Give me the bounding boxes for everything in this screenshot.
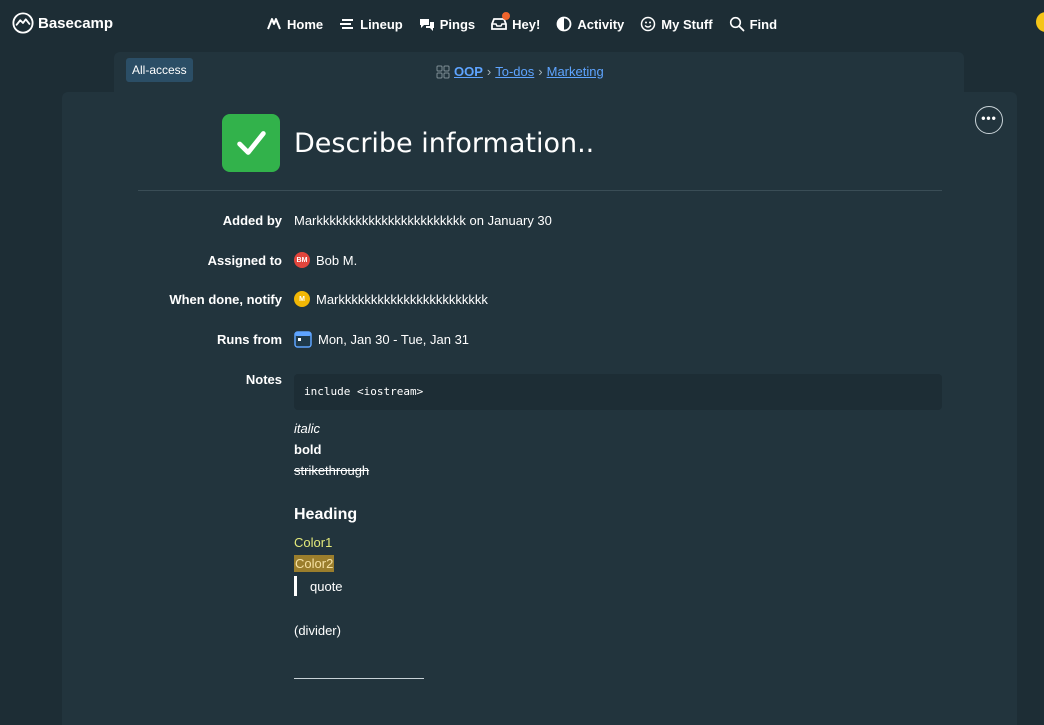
runs-from-value[interactable]: Mon, Jan 30 - Tue, Jan 31 — [294, 330, 469, 348]
project-grid-icon — [436, 65, 450, 78]
assigned-to-label: Assigned to — [207, 253, 282, 268]
home-icon — [267, 18, 281, 30]
pings-icon — [419, 19, 434, 31]
blockquote-bar — [294, 576, 297, 596]
nav-find[interactable]: Find — [721, 14, 785, 34]
nav-find-label: Find — [749, 16, 778, 32]
added-by-text: Markkkkkkkkkkkkkkkkkkkkkkk on January 30 — [294, 213, 552, 228]
notes-strikethrough-text: strikethrough — [294, 463, 370, 478]
breadcrumb-separator: › — [486, 64, 492, 79]
nav-home[interactable]: Home — [258, 14, 331, 34]
notes-divider-text: (divider) — [294, 623, 341, 638]
breadcrumb-project-link[interactable]: OOP — [454, 64, 483, 79]
runs-from-label: Runs from — [217, 332, 282, 347]
notes-color1-text: Color1 — [294, 535, 333, 550]
search-icon — [729, 16, 744, 32]
basecamp-logo-icon — [12, 12, 34, 34]
breadcrumb-marketing-link[interactable]: Marketing — [547, 64, 604, 79]
nav-lineup[interactable]: Lineup — [331, 14, 411, 34]
todo-detail-card: ••• Describe information.. Added by Mark… — [62, 92, 1017, 725]
breadcrumb-todos-link[interactable]: To-dos — [495, 64, 534, 79]
main-nav: Home Lineup Pings Hey! Activity My Stuff… — [258, 12, 785, 34]
notes-italic-text: italic — [294, 421, 321, 436]
notes-heading: Heading — [294, 506, 358, 523]
smiley-icon — [641, 16, 656, 32]
notify-label: When done, notify — [169, 292, 282, 307]
title-divider — [138, 190, 942, 191]
notes-color2-text: Color2 — [294, 555, 335, 572]
breadcrumb: OOP › To-dos › Marketing — [436, 64, 604, 79]
nav-my-stuff-label: My Stuff — [661, 16, 713, 32]
assignee-name: Bob M. — [316, 252, 358, 268]
completed-checkbox[interactable] — [222, 114, 280, 172]
assigned-to-value[interactable]: BM Bob M. — [294, 252, 357, 268]
nav-my-stuff[interactable]: My Stuff — [632, 14, 720, 34]
notify-name: Markkkkkkkkkkkkkkkkkkkkkkk — [316, 291, 488, 307]
notes-color2-wrap: Color2 — [294, 555, 335, 572]
added-by-value: Markkkkkkkkkkkkkkkkkkkkkkk on January 30 — [294, 213, 552, 228]
nav-home-label: Home — [287, 16, 324, 32]
nav-pings-label: Pings — [439, 16, 476, 32]
hey-icon-wrap — [491, 12, 511, 32]
basecamp-logo[interactable]: Basecamp — [12, 9, 113, 37]
horizontal-rule — [294, 678, 424, 679]
breadcrumb-separator: › — [538, 64, 543, 79]
notes-bold-text: bold — [294, 442, 322, 457]
user-avatar[interactable] — [1036, 12, 1044, 32]
nav-pings[interactable]: Pings — [411, 14, 483, 34]
calendar-icon — [294, 331, 312, 348]
checkmark-icon — [237, 131, 266, 155]
nav-hey[interactable]: Hey! — [483, 12, 548, 34]
avatar: BM — [294, 252, 310, 268]
more-options-button[interactable]: ••• — [975, 106, 1003, 134]
notes-code-block: include <iostream> — [294, 374, 942, 410]
nav-activity[interactable]: Activity — [548, 14, 632, 34]
notify-value[interactable]: M Markkkkkkkkkkkkkkkkkkkkkkk — [294, 291, 488, 307]
added-by-label: Added by — [222, 213, 282, 228]
notes-quote-text: quote — [310, 579, 343, 594]
nav-activity-label: Activity — [577, 16, 625, 32]
avatar: M — [294, 291, 310, 307]
breadcrumb-card: All-access OOP › To-dos › Marketing — [114, 52, 964, 92]
runs-from-text: Mon, Jan 30 - Tue, Jan 31 — [318, 331, 470, 347]
top-navigation-bar: Basecamp Home Lineup Pings Hey! Activity… — [0, 0, 1044, 48]
lineup-icon — [340, 19, 354, 29]
all-access-badge[interactable]: All-access — [126, 58, 193, 82]
nav-hey-label: Hey! — [512, 16, 541, 32]
nav-lineup-label: Lineup — [360, 16, 403, 32]
notification-dot — [502, 12, 511, 20]
app-name: Basecamp — [38, 14, 114, 32]
notes-label: Notes — [245, 372, 282, 387]
activity-icon — [556, 16, 572, 32]
todo-title[interactable]: Describe information.. — [294, 128, 594, 159]
